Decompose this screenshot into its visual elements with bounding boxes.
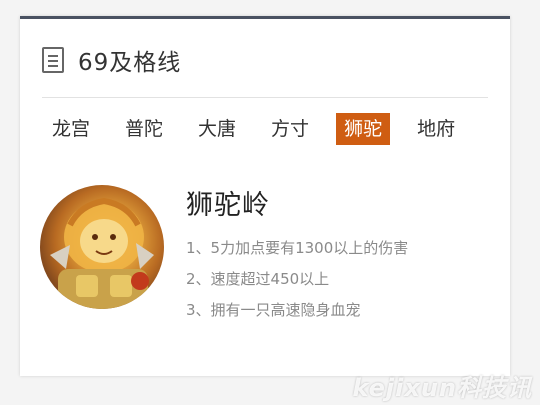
sect-avatar bbox=[40, 185, 164, 309]
sect-name: 狮驼岭 bbox=[186, 190, 270, 221]
tab-difu[interactable]: 地府 bbox=[409, 113, 463, 145]
tab-putuo[interactable]: 普陀 bbox=[117, 113, 171, 145]
card-header: 69及格线 bbox=[42, 43, 181, 77]
tab-longgong[interactable]: 龙宫 bbox=[44, 113, 98, 145]
info-card: 69及格线 龙宫 普陀 大唐 方寸 狮驼 地府 狮驼岭 1、5力加点要有1300… bbox=[20, 16, 510, 376]
tip-item: 1、5力加点要有1300以上的伤害 bbox=[186, 239, 409, 257]
tab-shituo[interactable]: 狮驼 bbox=[336, 113, 391, 145]
tab-datang[interactable]: 大唐 bbox=[190, 113, 244, 145]
tip-item: 2、速度超过450以上 bbox=[186, 270, 330, 288]
card-title: 69及格线 bbox=[78, 50, 182, 76]
document-icon bbox=[42, 47, 64, 73]
lion-king-portrait bbox=[50, 197, 154, 309]
sect-tabs: 龙宫 普陀 大唐 方寸 狮驼 地府 bbox=[44, 113, 482, 145]
watermark: kejixun科技讯 bbox=[352, 374, 532, 402]
divider bbox=[42, 97, 488, 98]
tips-list: 1、5力加点要有1300以上的伤害 2、速度超过450以上 3、拥有一只高速隐身… bbox=[186, 233, 408, 326]
tip-item: 3、拥有一只高速隐身血宠 bbox=[186, 301, 361, 319]
tab-fangcun[interactable]: 方寸 bbox=[263, 113, 317, 145]
